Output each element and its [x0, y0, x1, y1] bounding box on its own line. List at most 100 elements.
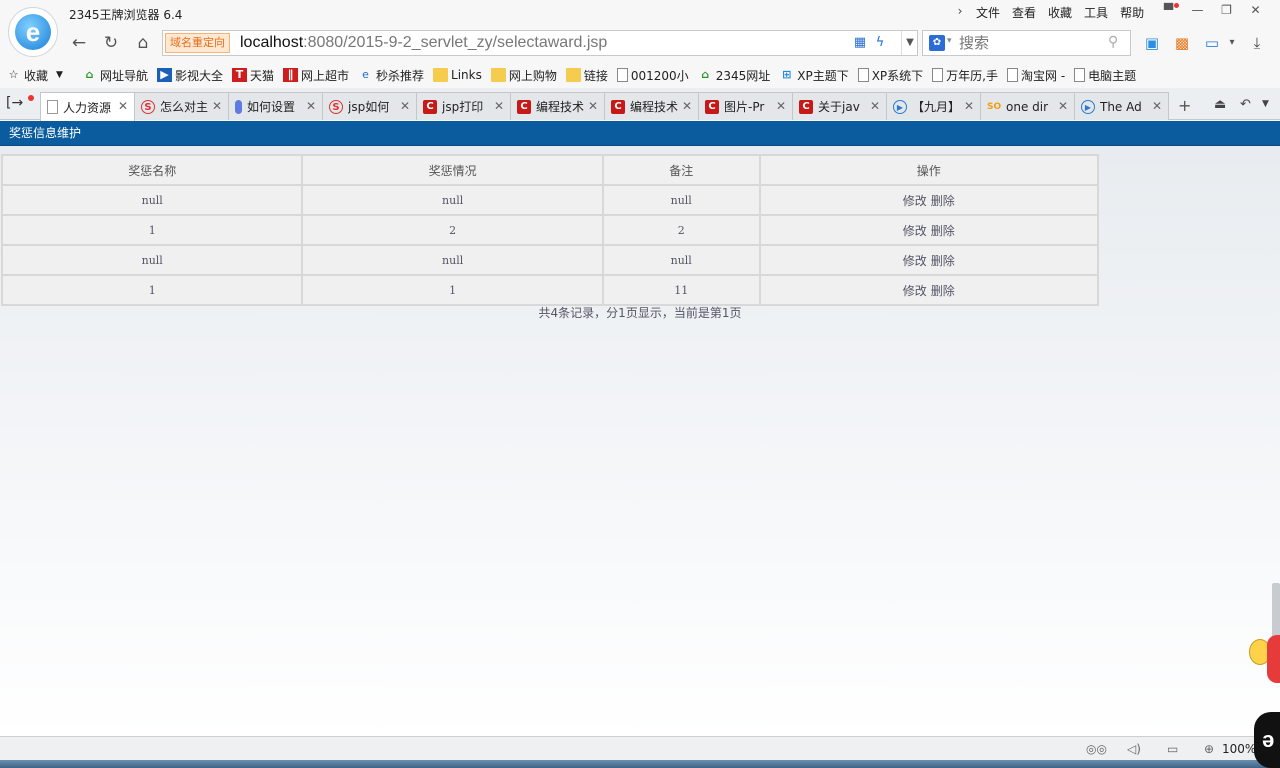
close-icon[interactable]: ✕	[1058, 99, 1068, 113]
status-bar: ◎◎ ◁) ▭ ⊕ 100%	[0, 736, 1280, 760]
search-engine-icon[interactable]: ✿	[929, 35, 945, 51]
close-icon[interactable]: ✕	[870, 99, 880, 113]
windows-icon: ⊞	[782, 68, 792, 81]
pin-icon[interactable]: ⏏	[1214, 97, 1226, 112]
edit-link[interactable]: 修改	[903, 224, 927, 238]
menu-favorites[interactable]: 收藏	[1042, 4, 1078, 20]
bookmark-favorites[interactable]: ☆ 收藏 ▼	[6, 67, 63, 84]
delete-link[interactable]: 删除	[931, 284, 955, 298]
game-icon[interactable]: ▩	[1172, 33, 1192, 53]
corner-badge-icon[interactable]: ə	[1254, 712, 1280, 768]
bookmark-item[interactable]: ⌂ 网址导航	[82, 67, 148, 84]
bookmark-item[interactable]: ∥ 网上超市	[282, 67, 349, 84]
redirect-tag[interactable]: 域名重定向	[165, 33, 230, 53]
zoom-icon[interactable]: ⊕	[1204, 742, 1214, 756]
chevron-down-icon[interactable]: ▼	[901, 31, 918, 55]
bookmark-item[interactable]: ⌂ 2345网址	[698, 67, 770, 84]
zoom-level[interactable]: 100%	[1222, 742, 1256, 756]
tab[interactable]: SO one dir ✕	[980, 92, 1075, 120]
close-icon[interactable]: ✕	[588, 99, 598, 113]
close-icon[interactable]: ✕	[400, 99, 410, 113]
tab[interactable]: 人力资源 ✕	[40, 92, 135, 121]
tab-list: 人力资源 ✕ S 怎么对主 ✕ 如何设置 ✕ Sjsp如何 ✕ Cjsp打印 ✕ C 编程技术…	[40, 92, 1169, 121]
bookmark-item[interactable]: XP系统下	[857, 67, 923, 84]
tab[interactable]: C 编程技术 ✕	[510, 92, 605, 120]
edit-link[interactable]: 修改	[903, 194, 927, 208]
bookmark-item[interactable]: 001200小	[616, 67, 689, 84]
bookmark-item[interactable]: 链接	[565, 67, 608, 84]
2345-icon: ⌂	[701, 68, 710, 81]
tab[interactable]: Cjsp打印 ✕	[416, 92, 511, 120]
browser-logo-icon[interactable]: e	[8, 7, 58, 57]
chevron-right-icon[interactable]: ›	[950, 4, 970, 20]
home-button[interactable]: ⌂	[132, 32, 154, 54]
exit-icon[interactable]: [→	[6, 95, 23, 111]
tab[interactable]: 如何设置 ✕	[228, 92, 323, 120]
tab[interactable]: Sjsp如何 ✕	[322, 92, 417, 120]
close-button[interactable]: ✕	[1241, 0, 1270, 20]
menu-view[interactable]: 查看	[1006, 4, 1042, 20]
bookmark-item[interactable]: e 秒杀推荐	[358, 67, 424, 84]
edit-link[interactable]: 修改	[903, 284, 927, 298]
close-icon[interactable]: ✕	[964, 99, 974, 113]
delete-link[interactable]: 删除	[931, 194, 955, 208]
pagination-info: 共4条记录，分1页显示，当前是第1页	[538, 306, 742, 320]
search-icon[interactable]: ⚲	[1108, 34, 1118, 50]
close-icon[interactable]: ✕	[682, 99, 692, 113]
close-icon[interactable]: ✕	[1152, 99, 1162, 113]
bookmark-item[interactable]: 淘宝网 -	[1007, 67, 1065, 84]
download-icon[interactable]: ⤓	[1247, 33, 1267, 53]
skin-icon[interactable]: ▀	[1154, 0, 1183, 20]
cell-remark: null	[601, 184, 761, 216]
search-engine-caret-icon[interactable]: ▾	[947, 36, 952, 46]
bookmark-item[interactable]: ⊞ XP主题下	[779, 67, 849, 84]
menu-help[interactable]: 帮助	[1114, 4, 1150, 20]
window-icon[interactable]: ▭	[1167, 742, 1178, 756]
menu-file[interactable]: 文件	[970, 4, 1006, 20]
url-text[interactable]: localhost:8080/2015-9-2_servlet_zy/selec…	[240, 34, 607, 52]
tab[interactable]: C 图片-Pr ✕	[698, 92, 793, 120]
close-icon[interactable]: ✕	[306, 99, 316, 113]
sogou-icon: S	[141, 99, 155, 114]
screenshot-icon[interactable]: ▭	[1202, 33, 1222, 53]
delete-link[interactable]: 删除	[931, 224, 955, 238]
chevron-down-icon[interactable]: ▼	[1262, 99, 1269, 109]
minimize-button[interactable]: —	[1183, 0, 1212, 20]
tab[interactable]: ▶ 【九月】 ✕	[886, 92, 981, 120]
new-tab-button[interactable]: +	[1178, 96, 1191, 115]
search-input[interactable]	[959, 34, 1099, 52]
refresh-button[interactable]: ↻	[100, 32, 122, 54]
close-icon[interactable]: ✕	[118, 99, 128, 113]
close-icon[interactable]: ✕	[212, 99, 222, 113]
menu-tools[interactable]: 工具	[1078, 4, 1114, 20]
speaker-icon[interactable]: ◁)	[1127, 742, 1141, 756]
undo-close-icon[interactable]: ↶	[1240, 97, 1251, 112]
tab[interactable]: C 关于jav ✕	[792, 92, 887, 120]
tab[interactable]: ▶ The Ad ✕	[1074, 92, 1169, 120]
lightning-icon[interactable]: ϟ	[871, 34, 889, 52]
bookmark-item[interactable]: 万年历,手	[932, 67, 998, 84]
floating-widget[interactable]	[1249, 635, 1280, 685]
screenshot-caret-icon[interactable]: ▾	[1222, 33, 1242, 53]
restore-button[interactable]: ❐	[1212, 0, 1241, 20]
delete-link[interactable]: 删除	[931, 254, 955, 268]
bookmark-item[interactable]: 电脑主题	[1074, 67, 1136, 84]
glasses-icon[interactable]: ◎◎	[1086, 742, 1107, 756]
cell-name: 1	[0, 274, 304, 306]
tmall-icon: T	[231, 68, 247, 82]
edit-link[interactable]: 修改	[903, 254, 927, 268]
apps-icon[interactable]: ▣	[1142, 33, 1162, 53]
address-bar[interactable]: 域名重定向 localhost:8080/2015-9-2_servlet_zy…	[162, 30, 918, 56]
bookmark-item[interactable]: 网上购物	[490, 67, 557, 84]
tab[interactable]: C 编程技术 ✕	[604, 92, 699, 120]
bookmarks-bar: ☆ 收藏 ▼ ⌂ 网址导航 ▶ 影视大全 T 天猫 ∥ 网上超市 e 秒杀推荐 Links 网…	[0, 62, 1280, 88]
cell-situation: 2	[301, 214, 604, 246]
tab[interactable]: S 怎么对主 ✕	[134, 92, 229, 120]
bookmark-item[interactable]: Links	[433, 68, 482, 82]
qrcode-icon[interactable]: ▦	[851, 34, 869, 52]
back-button[interactable]: ←	[68, 32, 90, 54]
close-icon[interactable]: ✕	[494, 99, 504, 113]
close-icon[interactable]: ✕	[776, 99, 786, 113]
bookmark-item[interactable]: ▶ 影视大全	[156, 67, 223, 84]
bookmark-item[interactable]: T 天猫	[231, 67, 274, 84]
